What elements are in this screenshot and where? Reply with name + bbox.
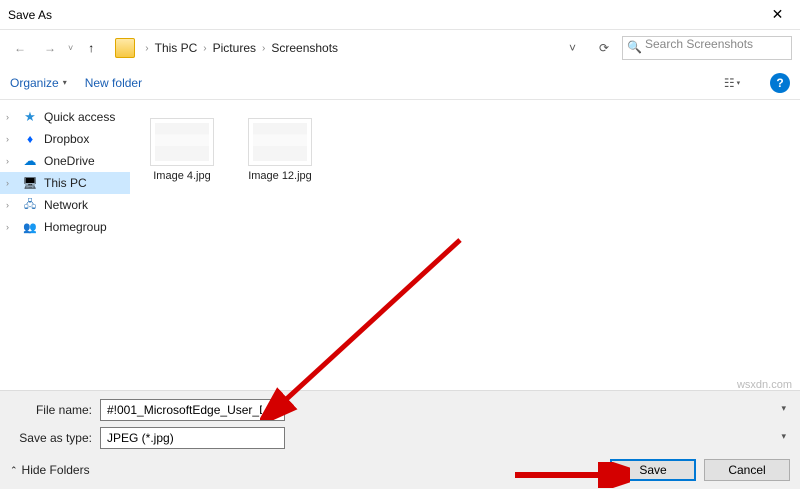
cloud-icon bbox=[22, 153, 38, 169]
crumb-pictures[interactable]: Pictures bbox=[209, 39, 260, 57]
breadcrumb[interactable]: › This PC › Pictures › Screenshots bbox=[145, 36, 561, 60]
chevron-right-icon: › bbox=[6, 112, 16, 122]
filename-label: File name: bbox=[10, 403, 100, 417]
title-bar: Save As ✕ bbox=[0, 0, 800, 30]
homegroup-icon bbox=[22, 219, 38, 235]
organize-button[interactable]: Organize ▾ bbox=[10, 76, 67, 90]
chevron-right-icon: › bbox=[145, 43, 148, 54]
file-item[interactable]: Image 12.jpg bbox=[240, 118, 320, 182]
nav-bar: ← → ˅ ↑ › This PC › Pictures › Screensho… bbox=[0, 30, 800, 66]
refresh-button[interactable]: ⟳ bbox=[592, 36, 616, 60]
sidebar-item-label: Dropbox bbox=[44, 132, 89, 146]
body-area: › Quick access › Dropbox › OneDrive › Th… bbox=[0, 100, 800, 390]
chevron-up-icon: ⌃ bbox=[10, 465, 18, 476]
chevron-right-icon: › bbox=[203, 43, 206, 54]
sidebar-item-label: This PC bbox=[44, 176, 87, 190]
star-icon bbox=[22, 109, 38, 125]
cancel-button[interactable]: Cancel bbox=[704, 459, 790, 481]
bottom-panel: File name: ▾ Save as type: ▾ ⌃ Hide Fold… bbox=[0, 390, 800, 489]
folder-icon bbox=[115, 38, 135, 58]
forward-button[interactable]: → bbox=[38, 36, 62, 60]
filename-input[interactable] bbox=[100, 399, 285, 421]
chevron-down-icon[interactable]: ▾ bbox=[781, 403, 786, 414]
search-placeholder: Search Screenshots bbox=[645, 37, 753, 51]
sidebar-item-label: Homegroup bbox=[44, 220, 107, 234]
pc-icon bbox=[22, 175, 38, 191]
hide-folders-button[interactable]: ⌃ Hide Folders bbox=[10, 463, 90, 477]
close-button[interactable]: ✕ bbox=[755, 0, 800, 30]
sidebar-item-this-pc[interactable]: › This PC bbox=[0, 172, 130, 194]
sidebar: › Quick access › Dropbox › OneDrive › Th… bbox=[0, 100, 130, 390]
sidebar-item-onedrive[interactable]: › OneDrive bbox=[0, 150, 130, 172]
chevron-right-icon: › bbox=[6, 178, 16, 188]
chevron-down-icon: ▾ bbox=[63, 78, 67, 87]
help-button[interactable]: ? bbox=[770, 73, 790, 93]
file-label: Image 4.jpg bbox=[153, 170, 210, 182]
filetype-select[interactable] bbox=[100, 427, 285, 449]
sidebar-item-homegroup[interactable]: › Homegroup bbox=[0, 216, 130, 238]
file-thumbnail bbox=[150, 118, 214, 166]
back-button[interactable]: ← bbox=[8, 36, 32, 60]
file-thumbnail bbox=[248, 118, 312, 166]
filetype-label: Save as type: bbox=[10, 431, 100, 445]
file-item[interactable]: Image 4.jpg bbox=[142, 118, 222, 182]
search-input[interactable]: 🔍 Search Screenshots bbox=[622, 36, 792, 60]
hide-folders-label: Hide Folders bbox=[22, 463, 90, 477]
breadcrumb-dropdown[interactable]: ˅ bbox=[567, 41, 586, 55]
file-label: Image 12.jpg bbox=[248, 170, 312, 182]
sidebar-item-quick-access[interactable]: › Quick access bbox=[0, 106, 130, 128]
command-toolbar: Organize ▾ New folder ☷▾ ? bbox=[0, 66, 800, 100]
view-button[interactable]: ☷▾ bbox=[720, 71, 744, 95]
new-folder-button[interactable]: New folder bbox=[85, 76, 142, 90]
chevron-right-icon: › bbox=[262, 43, 265, 54]
sidebar-item-network[interactable]: › Network bbox=[0, 194, 130, 216]
file-pane[interactable]: Image 4.jpg Image 12.jpg bbox=[130, 100, 800, 390]
sidebar-item-label: OneDrive bbox=[44, 154, 95, 168]
chevron-right-icon: › bbox=[6, 134, 16, 144]
sidebar-item-label: Quick access bbox=[44, 110, 115, 124]
new-folder-label: New folder bbox=[85, 76, 142, 90]
up-button[interactable]: ↑ bbox=[79, 36, 103, 60]
chevron-down-icon[interactable]: ▾ bbox=[781, 431, 786, 442]
search-icon: 🔍 bbox=[627, 40, 642, 54]
crumb-screenshots[interactable]: Screenshots bbox=[267, 39, 342, 57]
crumb-this-pc[interactable]: This PC bbox=[151, 39, 202, 57]
window-title: Save As bbox=[8, 8, 52, 22]
chevron-right-icon: › bbox=[6, 222, 16, 232]
recent-locations-button[interactable]: ˅ bbox=[68, 43, 73, 53]
save-button[interactable]: Save bbox=[610, 459, 696, 481]
chevron-right-icon: › bbox=[6, 156, 16, 166]
sidebar-item-dropbox[interactable]: › Dropbox bbox=[0, 128, 130, 150]
sidebar-item-label: Network bbox=[44, 198, 88, 212]
network-icon bbox=[22, 197, 38, 213]
chevron-right-icon: › bbox=[6, 200, 16, 210]
dropbox-icon bbox=[22, 131, 38, 147]
organize-label: Organize bbox=[10, 76, 59, 90]
